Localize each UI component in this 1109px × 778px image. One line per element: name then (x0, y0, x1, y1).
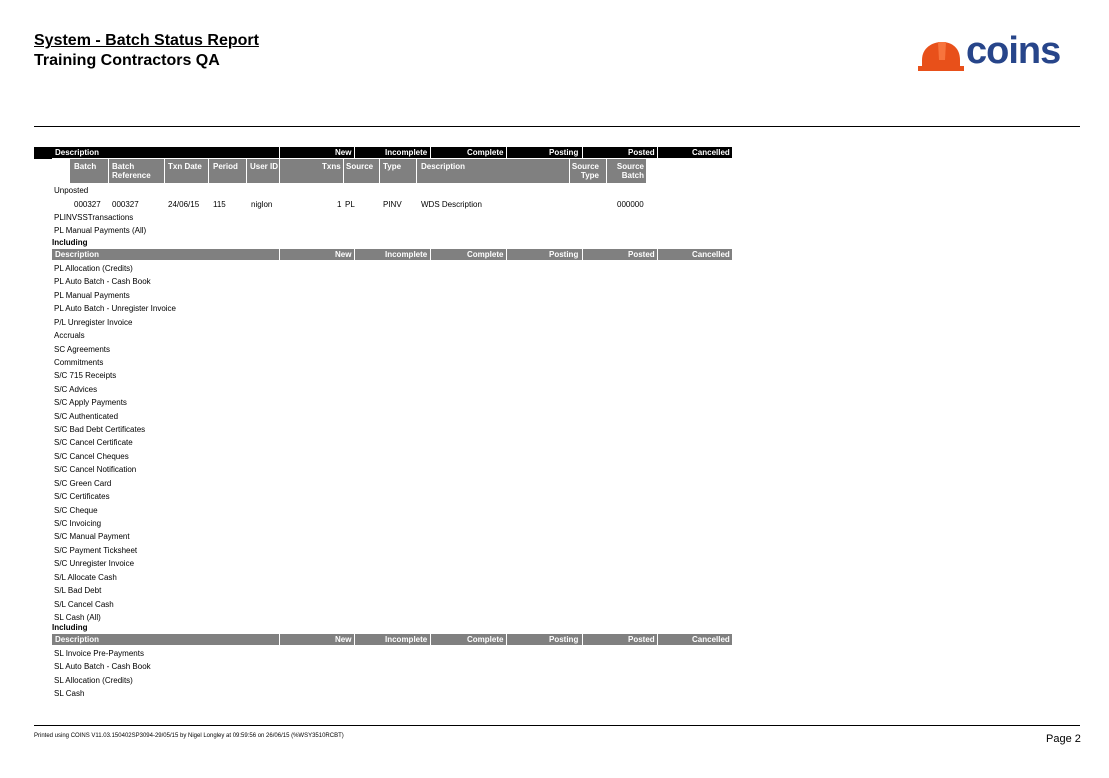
cell-source: PL (345, 200, 355, 209)
sub-period: Period (213, 162, 238, 171)
list-item: S/C Bad Debt Certificates (54, 425, 146, 435)
list-item: S/C Green Card (54, 478, 112, 488)
cell-reference: 000327 (112, 200, 139, 209)
list-item: Accruals (54, 331, 85, 341)
cell-batch: 000327 (74, 200, 101, 209)
cell-user-id: niglon (251, 200, 273, 209)
sub-source: Source (346, 162, 374, 171)
hard-hat-icon (918, 42, 964, 71)
col-cancelled: Cancelled (692, 148, 730, 157)
list-item: S/C Payment Ticksheet (54, 545, 138, 555)
coins-logo: coins (918, 30, 1078, 76)
batch-subheader: Batch Batch Reference Txn Date Period Use… (70, 159, 646, 183)
list-item: PL Auto Batch - Unregister Invoice (54, 304, 176, 314)
sub-source-type: Source Type (571, 162, 599, 180)
sub-txn-date: Txn Date (168, 162, 202, 171)
column-header-bar: Description New Incomplete Complete Post… (52, 634, 732, 645)
list-item: S/C Cancel Notification (54, 465, 137, 475)
report-subtitle: Training Contractors QA (34, 52, 220, 69)
cell-period: 115 (213, 200, 226, 209)
footer-rule (34, 725, 1080, 726)
list-item: S/C Certificates (54, 492, 110, 502)
list-item: S/C Invoicing (54, 518, 102, 528)
cell-source-batch: 000000 (617, 200, 644, 209)
printed-info: Printed using COINS V11.03.150402SP3094-… (34, 733, 344, 739)
col-incomplete: Incomplete (385, 148, 428, 157)
list-item: S/C Advices (54, 384, 98, 394)
list-item: P/L Unregister Invoice (54, 317, 133, 327)
col-posting: Posting (549, 148, 579, 157)
list-item: S/C Cancel Certificate (54, 438, 133, 448)
sub-type: Type (383, 162, 402, 171)
list-item: S/L Allocate Cash (54, 572, 117, 582)
list-item: S/C Unregister Invoice (54, 559, 135, 569)
sub-txns: Txns (322, 162, 341, 171)
column-header-bar: Description New Incomplete Complete Post… (52, 249, 732, 260)
cell-description: WDS Description (421, 200, 482, 209)
col-new: New (335, 148, 352, 157)
sub-description: Description (421, 162, 466, 171)
header-rule (34, 126, 1080, 127)
sub-user-id: User ID (250, 162, 279, 171)
unposted-label: Unposted (54, 186, 89, 195)
col-description: Description (55, 148, 100, 157)
including-label: Including (52, 238, 88, 247)
list-item: SL Invoice Pre-Payments (54, 649, 144, 658)
sub-batch: Batch (74, 162, 97, 171)
col-complete: Complete (467, 148, 504, 157)
list-item: S/C Manual Payment (54, 532, 130, 542)
list-item: PL Manual Payments (54, 290, 130, 300)
list-item: SL Cash (All) (54, 612, 101, 622)
sub-batch-reference: Batch Reference (112, 162, 151, 180)
cell-txn-date: 24/06/15 (168, 200, 200, 209)
list-item: S/L Cancel Cash (54, 599, 114, 609)
list-item: SL Allocation (Credits) (54, 675, 133, 685)
page-number: Page 2 (1046, 733, 1081, 745)
list-item: PL Auto Batch - Cash Book (54, 277, 151, 287)
list-item: S/C 715 Receipts (54, 371, 117, 381)
list-item: Commitments (54, 357, 104, 367)
list-item: SL Cash (54, 689, 85, 699)
list-item: S/L Bad Debt (54, 586, 102, 596)
list-item: S/C Cancel Cheques (54, 451, 129, 461)
column-header-bar: Description New Incomplete Complete Post… (52, 147, 732, 158)
list-item: SC Agreements (54, 344, 111, 354)
col-posted: Posted (628, 148, 655, 157)
header-lead-block (34, 147, 52, 159)
list-item: PLINVSSTransactions (54, 213, 134, 222)
list-item: S/C Cheque (54, 505, 98, 515)
list-item: SL Auto Batch - Cash Book (54, 662, 151, 672)
list-item: S/C Authenticated (54, 411, 119, 421)
list-item: PL Manual Payments (All) (54, 226, 147, 235)
cell-txns: 1 (337, 200, 342, 209)
sub-source-batch: Source Batch (616, 162, 644, 180)
list-item: S/C Apply Payments (54, 398, 127, 408)
cell-type: PINV (383, 200, 402, 209)
logo-text: coins (966, 30, 1061, 72)
list-item: PL Allocation (Credits) (54, 264, 133, 273)
including-label: Including (52, 623, 88, 632)
report-title: System - Batch Status Report (34, 32, 259, 49)
